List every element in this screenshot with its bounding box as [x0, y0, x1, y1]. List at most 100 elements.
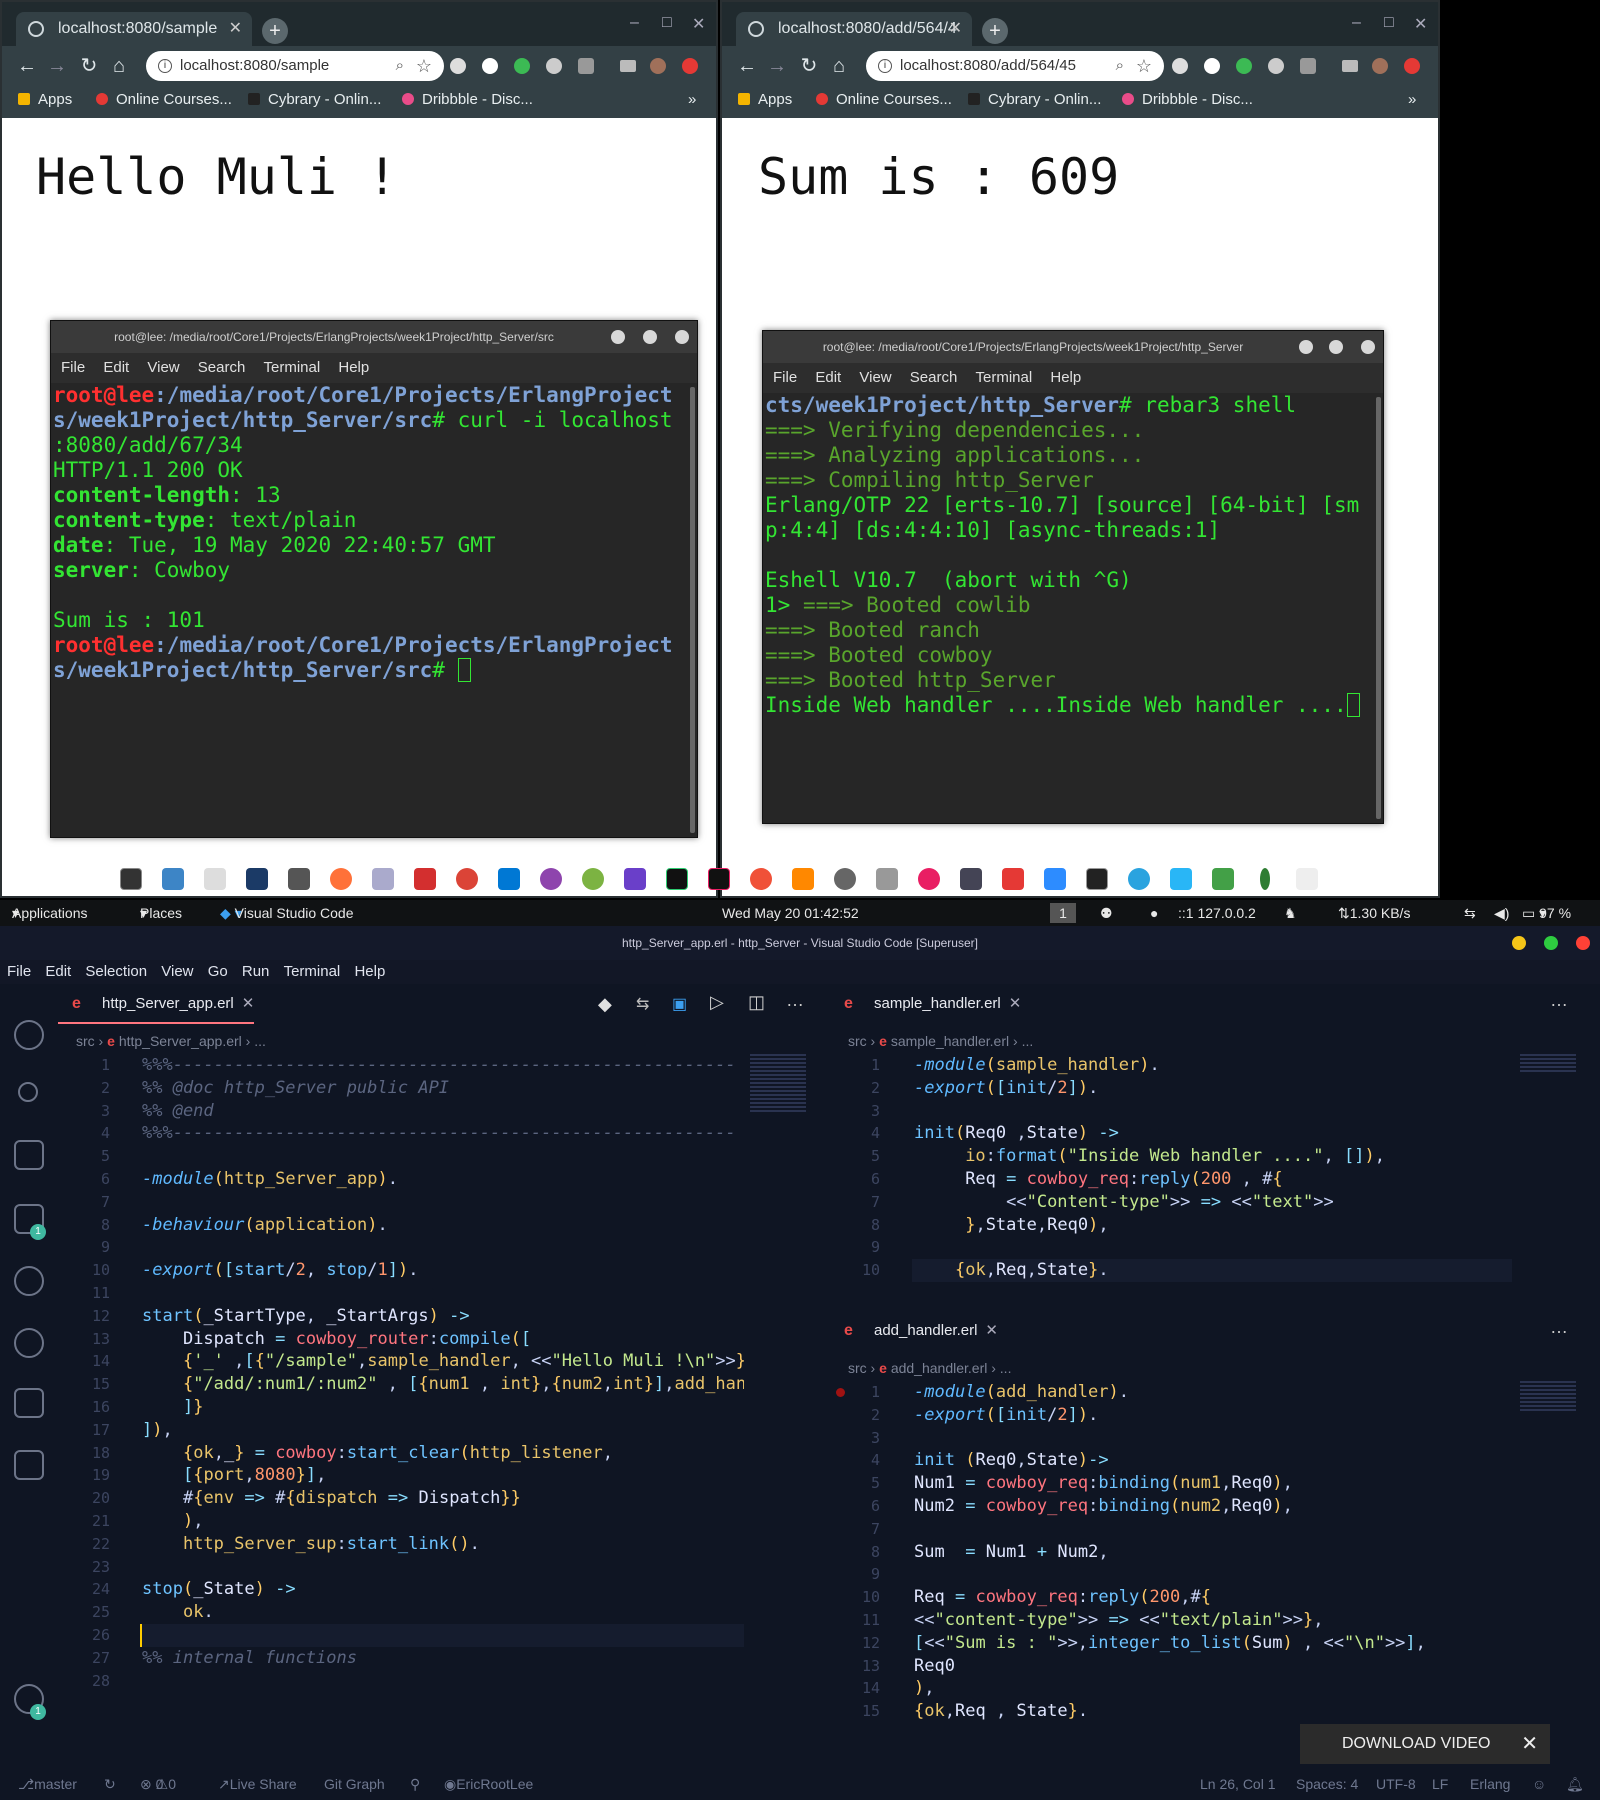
more-actions-icon[interactable]: …: [786, 990, 804, 1011]
network-icon[interactable]: ⇆: [1464, 900, 1476, 926]
shield-app-icon[interactable]: [246, 868, 268, 890]
bookmark-apps[interactable]: Apps: [738, 86, 792, 114]
live-share-icon[interactable]: [14, 1388, 44, 1418]
intellij-app-icon[interactable]: [708, 868, 730, 890]
bookmark-apps[interactable]: Apps: [18, 86, 72, 114]
close-icon[interactable]: [1361, 340, 1375, 354]
android-icon[interactable]: ♞: [1284, 900, 1297, 926]
extension-icon[interactable]: [1172, 58, 1188, 74]
menu-selection[interactable]: Selection: [85, 963, 147, 980]
menu-view[interactable]: View: [859, 369, 891, 386]
tab-http-server-app[interactable]: e http_Server_app.erl ✕: [58, 984, 255, 1024]
console-app-icon[interactable]: [1086, 868, 1108, 890]
minimize-icon[interactable]: [611, 330, 625, 344]
indentation[interactable]: Spaces: 4: [1296, 1768, 1358, 1800]
menu-edit[interactable]: Edit: [103, 359, 129, 376]
new-tab-button[interactable]: +: [262, 18, 288, 44]
menu-view[interactable]: View: [161, 963, 193, 980]
burp-app-icon[interactable]: [288, 868, 310, 890]
open-changes-icon[interactable]: ⇆: [636, 994, 649, 1014]
extension-icon[interactable]: [1300, 58, 1316, 74]
branch-indicator[interactable]: ⎇ master: [18, 1768, 77, 1800]
design-app-icon[interactable]: [624, 868, 646, 890]
extension-icon[interactable]: [1236, 58, 1252, 74]
live-share-button[interactable]: ↗ Live Share: [218, 1768, 297, 1800]
code-sample-handler[interactable]: -module(sample_handler). -export([init/2…: [914, 1054, 1514, 1282]
menu-edit[interactable]: Edit: [45, 963, 71, 980]
bookmark-online-courses[interactable]: Online Courses...: [96, 86, 232, 114]
sync-icon[interactable]: ↻: [104, 1768, 116, 1800]
menu-terminal[interactable]: Terminal: [264, 359, 321, 376]
browser-tab[interactable]: localhost:8080/add/564/4 ✕: [736, 12, 972, 46]
extension-icon[interactable]: [1404, 58, 1420, 74]
menu-search[interactable]: Search: [910, 369, 958, 386]
menu-lines-icon[interactable]: [620, 60, 636, 72]
breakpoint-dot[interactable]: [836, 1388, 845, 1397]
extension-icon[interactable]: [450, 58, 466, 74]
leaf-app-icon[interactable]: [1260, 868, 1270, 890]
menu-terminal[interactable]: Terminal: [284, 963, 341, 980]
address-bar[interactable]: i localhost:8080/sample ⌕ ☆: [146, 51, 444, 81]
minimize-icon[interactable]: [1299, 340, 1313, 354]
terminal-app-icon[interactable]: [120, 868, 142, 890]
notes-app-icon[interactable]: [204, 868, 226, 890]
trash-app-icon[interactable]: [1212, 868, 1234, 890]
preview-icon[interactable]: ▣: [672, 994, 687, 1014]
close-tab-icon[interactable]: ✕: [949, 12, 962, 46]
vscode-app-icon[interactable]: [498, 868, 520, 890]
source-control-icon[interactable]: [18, 1082, 38, 1102]
applications-menu[interactable]: Applications ▾: [12, 900, 88, 926]
close-button[interactable]: [1576, 936, 1590, 950]
maximize-icon[interactable]: □: [662, 14, 672, 32]
users-icon[interactable]: ⚉: [1100, 900, 1113, 926]
more-actions-icon[interactable]: …: [1550, 990, 1568, 1011]
bookmark-online-courses[interactable]: Online Courses...: [816, 86, 952, 114]
extension-icon[interactable]: [682, 58, 698, 74]
menu-file[interactable]: File: [7, 963, 31, 980]
close-window-icon[interactable]: ✕: [692, 14, 705, 34]
back-icon[interactable]: ←: [734, 52, 760, 80]
zoom-icon[interactable]: ⌕: [1116, 51, 1124, 81]
settings-app-icon[interactable]: [834, 868, 856, 890]
minimize-button[interactable]: [1512, 936, 1526, 950]
notifications-icon[interactable]: 🔔︎: [1566, 1768, 1584, 1800]
bookmark-dribbble[interactable]: Dribbble - Disc...: [402, 86, 533, 114]
clock[interactable]: Wed May 20 01:42:52: [722, 900, 859, 926]
menu-view[interactable]: View: [147, 359, 179, 376]
bookmark-cybrary[interactable]: Cybrary - Onlin...: [248, 86, 381, 114]
app-grid-icon[interactable]: [1296, 868, 1318, 890]
volume-icon[interactable]: ◀): [1494, 900, 1509, 926]
terminal-window-left[interactable]: root@lee: /media/root/Core1/Projects/Erl…: [50, 320, 698, 838]
git-compare-icon[interactable]: ◆: [598, 994, 612, 1015]
code-http-server-app[interactable]: %%%-------------------------------------…: [142, 1054, 744, 1670]
minimap[interactable]: [750, 1054, 806, 1114]
more-actions-icon[interactable]: …: [1550, 1317, 1568, 1338]
avatar[interactable]: [1372, 58, 1388, 74]
menu-help[interactable]: Help: [354, 963, 385, 980]
menu-search[interactable]: Search: [198, 359, 246, 376]
split-editor-icon[interactable]: ◫: [748, 992, 765, 1013]
pocket-app-icon[interactable]: [960, 868, 982, 890]
new-tab-button[interactable]: +: [982, 18, 1008, 44]
active-app-menu[interactable]: ◆ Visual Studio Code ▾: [220, 900, 353, 926]
terminal-scrollbar[interactable]: [1376, 397, 1381, 819]
reload-icon[interactable]: ↻: [76, 52, 102, 80]
close-icon[interactable]: ✕: [1521, 1724, 1538, 1764]
reload-icon[interactable]: ↻: [796, 52, 822, 80]
menu-go[interactable]: Go: [208, 963, 228, 980]
info-icon[interactable]: i: [158, 59, 172, 73]
terminal-window-right[interactable]: root@lee: /media/root/Core1/Projects/Erl…: [762, 330, 1384, 824]
minimap[interactable]: [1520, 1381, 1576, 1411]
zoom-icon[interactable]: ⌕: [396, 51, 404, 81]
files-app-icon[interactable]: [162, 868, 184, 890]
run-icon[interactable]: ▷: [710, 992, 724, 1013]
menu-run[interactable]: Run: [242, 963, 270, 980]
eye-app-icon[interactable]: [372, 868, 394, 890]
close-tab-icon[interactable]: ✕: [242, 995, 255, 1012]
minimize-icon[interactable]: –: [630, 14, 639, 32]
home-icon[interactable]: ⌂: [826, 52, 852, 80]
tab-add-handler[interactable]: e add_handler.erl ✕: [830, 1311, 998, 1351]
terminal-scrollbar[interactable]: [690, 387, 695, 833]
disk-app-icon[interactable]: [876, 868, 898, 890]
menu-edit[interactable]: Edit: [815, 369, 841, 386]
